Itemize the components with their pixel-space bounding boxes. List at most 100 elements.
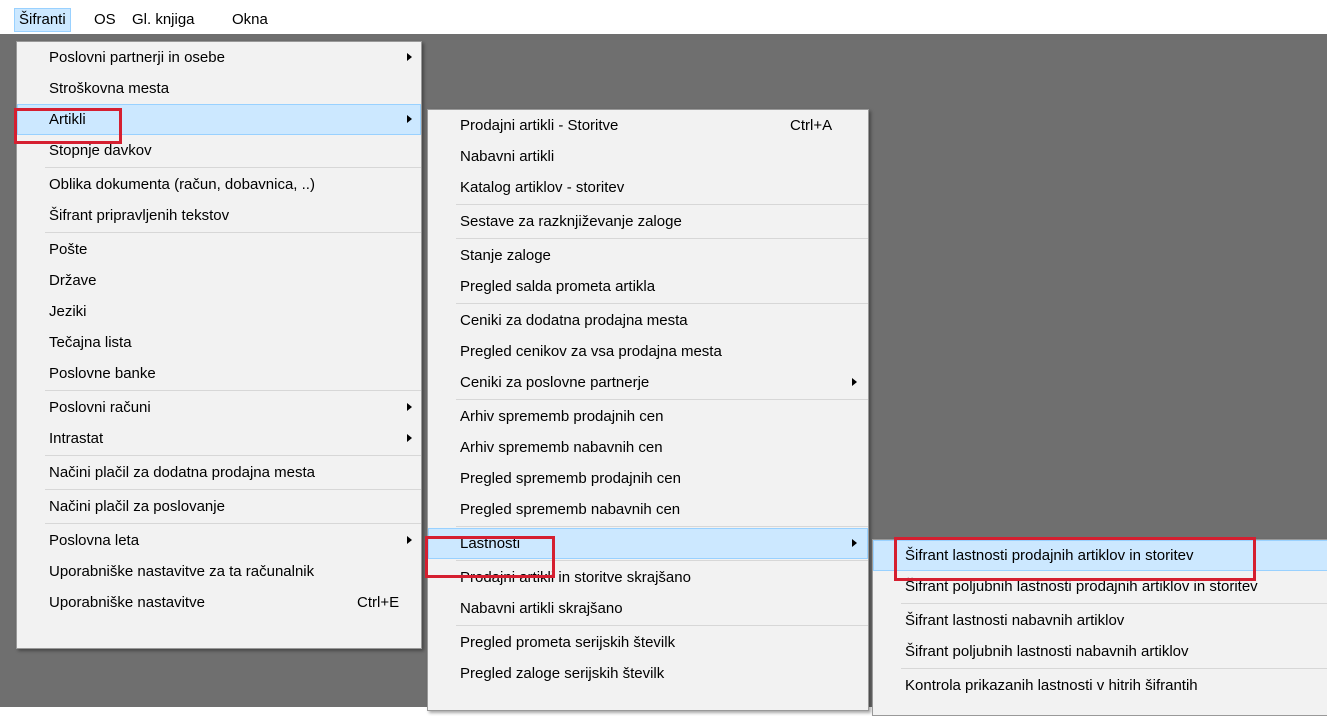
menu-item-sestave-razknjizevanje[interactable]: Sestave za razknjiževanje zaloge	[428, 206, 868, 237]
menubar-item-os[interactable]: OS	[90, 9, 120, 31]
menu-separator	[45, 232, 421, 233]
shortcut-label: Ctrl+E	[357, 594, 400, 611]
menu-item-prodajni-skrajsano[interactable]: Prodajni artikli in storitve skrajšano	[428, 562, 868, 593]
menu-item-label: Pregled sprememb nabavnih cen	[460, 501, 681, 518]
submenu-arrow-icon	[852, 378, 857, 386]
menu-item-sifrant-poljubnih-prodajnih[interactable]: Šifrant poljubnih lastnosti prodajnih ar…	[873, 571, 1327, 602]
menu-item-poslovni-racuni[interactable]: Poslovni računi	[17, 392, 421, 423]
menu-item-oblika-dokumenta[interactable]: Oblika dokumenta (račun, dobavnica, ..)	[17, 169, 421, 200]
menubar-item-gl-knjiga[interactable]: Gl. knjiga	[128, 9, 199, 31]
menu-item-label: Ceniki za dodatna prodajna mesta	[460, 312, 688, 329]
menu-item-label: Pregled zaloge serijskih številk	[460, 665, 665, 682]
menu-item-prodajni-artikli-storitve[interactable]: Prodajni artikli - Storitve Ctrl+A	[428, 110, 868, 141]
menu-item-poslovne-banke[interactable]: Poslovne banke	[17, 358, 421, 389]
menu-separator	[456, 560, 868, 561]
submenu-arrow-icon	[407, 536, 412, 544]
menu-item-nabavni-skrajsano[interactable]: Nabavni artikli skrajšano	[428, 593, 868, 624]
menu-separator	[45, 455, 421, 456]
menu-item-label: Katalog artiklov - storitev	[460, 179, 625, 196]
menu-item-label: Arhiv sprememb nabavnih cen	[460, 439, 663, 456]
menu-item-label: Stanje zaloge	[460, 247, 551, 264]
menu-item-poslovni-partnerji[interactable]: Poslovni partnerji in osebe	[17, 42, 421, 73]
menu-item-pregled-zaloge-serijskih[interactable]: Pregled zaloge serijskih številk	[428, 658, 868, 689]
menu-separator	[45, 167, 421, 168]
menu-item-pregled-salda[interactable]: Pregled salda prometa artikla	[428, 271, 868, 302]
menu-item-stroskovna-mesta[interactable]: Stroškovna mesta	[17, 73, 421, 104]
menu-item-label: Stroškovna mesta	[49, 80, 170, 97]
menu-item-nacini-placil-poslovanje[interactable]: Načini plačil za poslovanje	[17, 491, 421, 522]
menu-item-label: Intrastat	[49, 430, 104, 447]
submenu-arrow-icon	[407, 115, 412, 123]
menu-item-label: Oblika dokumenta (račun, dobavnica, ..)	[49, 176, 315, 193]
menu-item-kontrola-lastnosti[interactable]: Kontrola prikazanih lastnosti v hitrih š…	[873, 670, 1327, 701]
menu-item-arhiv-nabavnih[interactable]: Arhiv sprememb nabavnih cen	[428, 432, 868, 463]
menu-item-label: Načini plačil za dodatna prodajna mesta	[49, 464, 315, 481]
menu-item-ceniki-dodatna[interactable]: Ceniki za dodatna prodajna mesta	[428, 305, 868, 336]
menu-item-label: Šifrant lastnosti nabavnih artiklov	[905, 612, 1125, 629]
submenu-arrow-icon	[407, 53, 412, 61]
menu-item-label: Pošte	[49, 241, 88, 258]
menu-item-label: Poslovna leta	[49, 532, 140, 549]
menu-item-label: Poslovne banke	[49, 365, 156, 382]
menu-item-nabavni-artikli[interactable]: Nabavni artikli	[428, 141, 868, 172]
menu-item-drzave[interactable]: Države	[17, 265, 421, 296]
menu-item-label: Države	[49, 272, 97, 289]
menu-item-label: Pregled sprememb prodajnih cen	[460, 470, 681, 487]
menu-separator	[456, 526, 868, 527]
menu-item-label: Prodajni artikli - Storitve	[460, 117, 619, 134]
lastnosti-submenu: Šifrant lastnosti prodajnih artiklov in …	[872, 539, 1327, 716]
menu-item-label: Uporabniške nastavitve	[49, 594, 205, 611]
menu-item-uporabniske-racunalnik[interactable]: Uporabniške nastavitve za ta računalnik	[17, 556, 421, 587]
menu-item-stanje-zaloge[interactable]: Stanje zaloge	[428, 240, 868, 271]
menu-item-label: Kontrola prikazanih lastnosti v hitrih š…	[905, 677, 1198, 694]
submenu-arrow-icon	[852, 539, 857, 547]
menu-item-nacini-placil-dodatna[interactable]: Načini plačil za dodatna prodajna mesta	[17, 457, 421, 488]
menu-item-stopnje-davkov[interactable]: Stopnje davkov	[17, 135, 421, 166]
menu-item-label: Poslovni računi	[49, 399, 151, 416]
menu-separator	[456, 625, 868, 626]
menu-item-label: Prodajni artikli in storitve skrajšano	[460, 569, 691, 586]
menu-item-label: Arhiv sprememb prodajnih cen	[460, 408, 664, 425]
menu-item-poste[interactable]: Pošte	[17, 234, 421, 265]
shortcut-label: Ctrl+A	[790, 117, 833, 134]
menu-separator	[456, 303, 868, 304]
menu-item-sifrant-tekstov[interactable]: Šifrant pripravljenih tekstov	[17, 200, 421, 231]
menu-item-sifrant-lastnosti-nabavnih[interactable]: Šifrant lastnosti nabavnih artiklov	[873, 605, 1327, 636]
menu-item-label: Ceniki za poslovne partnerje	[460, 374, 650, 391]
menu-item-label: Šifrant lastnosti prodajnih artiklov in …	[905, 547, 1194, 564]
menu-item-poslovna-leta[interactable]: Poslovna leta	[17, 525, 421, 556]
menu-item-label: Lastnosti	[460, 535, 521, 552]
menu-item-label: Šifrant poljubnih lastnosti prodajnih ar…	[905, 578, 1258, 595]
submenu-arrow-icon	[407, 434, 412, 442]
menu-item-pregled-sprememb-prodajnih[interactable]: Pregled sprememb prodajnih cen	[428, 463, 868, 494]
menu-item-sifrant-lastnosti-prodajnih[interactable]: Šifrant lastnosti prodajnih artiklov in …	[873, 540, 1327, 571]
menu-item-sifrant-poljubnih-nabavnih[interactable]: Šifrant poljubnih lastnosti nabavnih art…	[873, 636, 1327, 667]
artikli-submenu: Prodajni artikli - Storitve Ctrl+A Nabav…	[427, 109, 869, 711]
menu-item-label: Stopnje davkov	[49, 142, 152, 159]
menu-item-jeziki[interactable]: Jeziki	[17, 296, 421, 327]
menu-item-arhiv-prodajnih[interactable]: Arhiv sprememb prodajnih cen	[428, 401, 868, 432]
menu-item-label: Nabavni artikli skrajšano	[460, 600, 623, 617]
menubar-item-sifranti[interactable]: Šifranti	[14, 8, 71, 32]
menu-item-label: Načini plačil za poslovanje	[49, 498, 225, 515]
menu-item-label: Pregled cenikov za vsa prodajna mesta	[460, 343, 722, 360]
menu-item-pregled-prometa-serijskih[interactable]: Pregled prometa serijskih številk	[428, 627, 868, 658]
menu-item-ceniki-partnerje[interactable]: Ceniki za poslovne partnerje	[428, 367, 868, 398]
menu-separator	[45, 489, 421, 490]
menu-item-intrastat[interactable]: Intrastat	[17, 423, 421, 454]
menu-item-label: Poslovni partnerji in osebe	[49, 49, 225, 66]
menubar-item-okna[interactable]: Okna	[228, 9, 272, 31]
menu-item-label: Artikli	[49, 111, 86, 128]
menu-item-label: Šifrant pripravljenih tekstov	[49, 207, 230, 224]
menu-item-pregled-sprememb-nabavnih[interactable]: Pregled sprememb nabavnih cen	[428, 494, 868, 525]
menu-item-label: Pregled salda prometa artikla	[460, 278, 656, 295]
menu-item-lastnosti[interactable]: Lastnosti	[428, 528, 868, 559]
menu-separator	[456, 238, 868, 239]
sifranti-menu: Poslovni partnerji in osebe Stroškovna m…	[16, 41, 422, 649]
menu-item-tecajna-lista[interactable]: Tečajna lista	[17, 327, 421, 358]
menu-item-uporabniske-nastavitve[interactable]: Uporabniške nastavitve Ctrl+E	[17, 587, 421, 618]
menu-item-katalog-artiklov[interactable]: Katalog artiklov - storitev	[428, 172, 868, 203]
menu-item-pregled-cenikov[interactable]: Pregled cenikov za vsa prodajna mesta	[428, 336, 868, 367]
menu-item-artikli[interactable]: Artikli	[17, 104, 421, 135]
menu-separator	[456, 399, 868, 400]
